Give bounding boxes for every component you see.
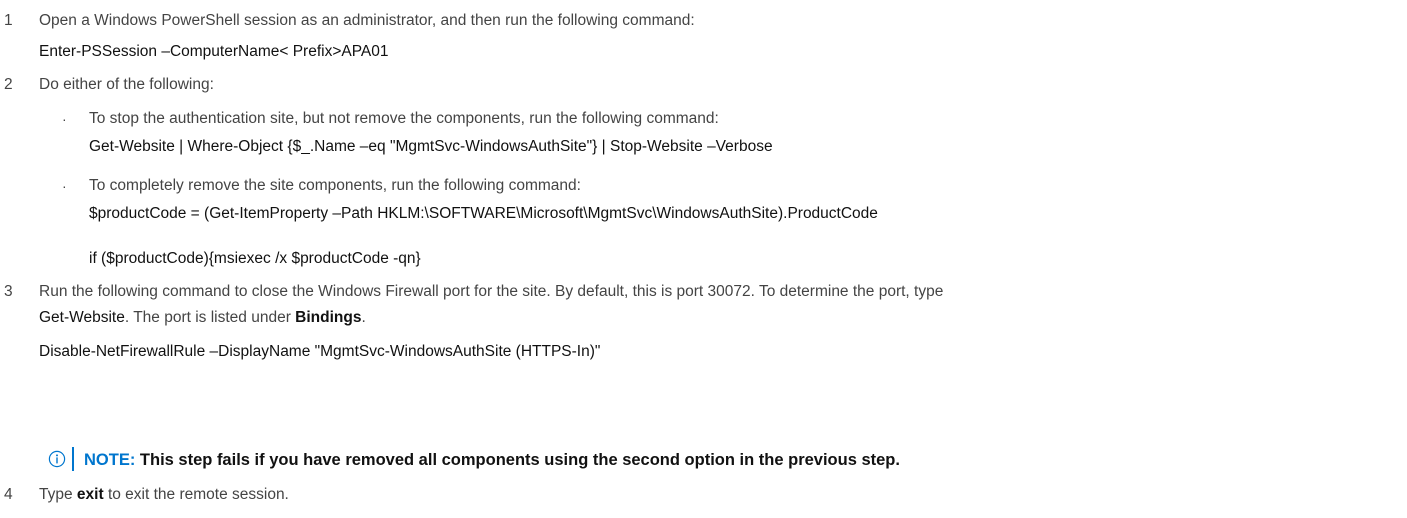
- step-number: 1: [4, 12, 13, 29]
- command-text: Get-Website | Where-Object {$_.Name –eq …: [89, 138, 773, 155]
- command-text: if ($productCode){msiexec /x $productCod…: [89, 250, 421, 267]
- step-text: Type exit to exit the remote session.: [39, 485, 289, 505]
- bullet-text: To completely remove the site components…: [89, 177, 581, 194]
- bullet-text: To stop the authentication site, but not…: [89, 110, 719, 127]
- command-text: Disable-NetFirewallRule –DisplayName "Mg…: [39, 343, 601, 360]
- bullet-marker: ·: [62, 178, 67, 194]
- step-text: Run the following command to close the W…: [39, 283, 944, 300]
- note-label: NOTE:: [84, 451, 136, 469]
- document-page: 1 Open a Windows PowerShell session as a…: [0, 0, 1407, 518]
- command-text: $productCode = (Get-ItemProperty –Path H…: [89, 205, 878, 222]
- step-text-post: to exit the remote session.: [103, 486, 289, 503]
- step-text: Open a Windows PowerShell session as an …: [39, 12, 695, 29]
- bold-term: Bindings: [295, 309, 362, 326]
- note-text: This step fails if you have removed all …: [135, 451, 900, 469]
- step-number: 4: [4, 486, 13, 503]
- info-icon: [48, 450, 66, 468]
- note: NOTE: This step fails if you have remove…: [84, 449, 900, 471]
- step-text-end: .: [361, 309, 366, 326]
- step-text-pre: Type: [39, 486, 77, 503]
- step-number: 2: [4, 76, 13, 93]
- command-text: Enter-PSSession –ComputerName< Prefix>AP…: [39, 43, 389, 60]
- note-divider: [72, 447, 74, 471]
- step-text-mid: . The port is listed under: [124, 309, 296, 326]
- step-text-continued: Get-Website. The port is listed under Bi…: [39, 308, 366, 328]
- step-number: 3: [4, 283, 13, 300]
- inline-command: Get-Website: [39, 309, 125, 326]
- bold-term: exit: [76, 486, 104, 503]
- step-text: Do either of the following:: [39, 76, 214, 93]
- bullet-marker: ·: [62, 111, 67, 127]
